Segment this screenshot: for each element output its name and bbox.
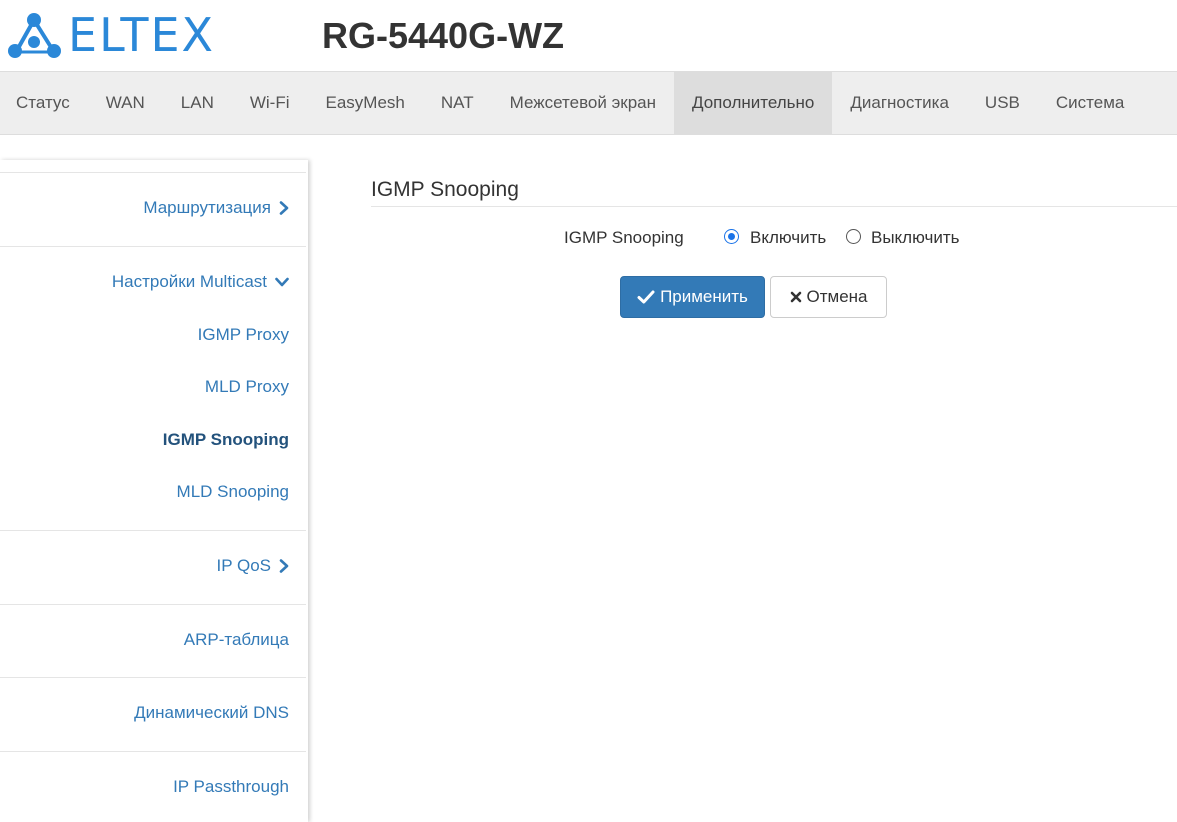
close-icon xyxy=(790,291,802,303)
section-divider xyxy=(371,206,1177,207)
sidebar-item-multicast[interactable]: Настройки Multicast xyxy=(112,272,289,292)
chevron-right-icon xyxy=(279,201,289,215)
tab-status[interactable]: Статус xyxy=(0,72,88,134)
igmp-snooping-label: IGMP Snooping xyxy=(564,228,684,247)
tab-nat[interactable]: NAT xyxy=(423,72,492,134)
sidebar-divider xyxy=(0,246,306,247)
sidebar-divider xyxy=(0,604,306,605)
enable-radio-label[interactable]: Включить xyxy=(750,228,826,248)
tab-system[interactable]: Система xyxy=(1038,72,1142,134)
tab-firewall[interactable]: Межсетевой экран xyxy=(492,72,674,134)
sidebar-divider xyxy=(0,751,306,752)
logo-molecule-icon xyxy=(8,13,61,58)
sidebar-item-arp-table[interactable]: ARP-таблица xyxy=(184,630,289,650)
sidebar-item-ip-passthrough[interactable]: IP Passthrough xyxy=(173,777,289,797)
tab-lan[interactable]: LAN xyxy=(163,72,232,134)
chevron-right-icon xyxy=(279,559,289,573)
sidebar-item-label: IP QoS xyxy=(216,556,272,575)
sidebar-divider xyxy=(0,172,306,173)
sidebar-item-igmp-snooping[interactable]: IGMP Snooping xyxy=(163,430,289,450)
cancel-button[interactable]: Отмена xyxy=(770,276,887,318)
sidebar-item-igmp-proxy[interactable]: IGMP Proxy xyxy=(198,325,289,345)
tab-usb[interactable]: USB xyxy=(967,72,1038,134)
sidebar-item-mld-snooping[interactable]: MLD Snooping xyxy=(177,482,289,502)
logo-text: ELTEX xyxy=(68,8,216,62)
tab-easymesh[interactable]: EasyMesh xyxy=(308,72,423,134)
check-icon xyxy=(637,290,655,304)
cancel-button-label: Отмена xyxy=(806,287,868,306)
section-title: IGMP Snooping xyxy=(371,178,519,201)
sidebar-item-routing[interactable]: Маршрутизация xyxy=(143,198,289,218)
header: ELTEX RG-5440G-WZ xyxy=(0,0,1177,72)
top-navigation: Статус WAN LAN Wi-Fi EasyMesh NAT Межсет… xyxy=(0,71,1177,135)
apply-button[interactable]: Применить xyxy=(620,276,765,318)
tab-wan[interactable]: WAN xyxy=(88,72,163,134)
sidebar-item-ip-qos[interactable]: IP QoS xyxy=(217,556,290,576)
sidebar-item-mld-proxy[interactable]: MLD Proxy xyxy=(205,377,289,397)
sidebar-divider xyxy=(0,677,306,678)
apply-button-label: Применить xyxy=(660,287,748,306)
sidebar-item-label: Маршрутизация xyxy=(143,198,271,217)
sidebar: Маршрутизация Настройки Multicast IGMP P… xyxy=(0,160,308,822)
sidebar-divider xyxy=(0,530,306,531)
disable-radio-label[interactable]: Выключить xyxy=(871,228,959,248)
tab-advanced[interactable]: Дополнительно xyxy=(674,72,833,134)
chevron-down-icon xyxy=(275,277,289,287)
disable-radio[interactable] xyxy=(846,229,861,244)
device-model-title: RG-5440G-WZ xyxy=(322,15,565,56)
tab-diagnostics[interactable]: Диагностика xyxy=(832,72,967,134)
tab-wifi[interactable]: Wi-Fi xyxy=(232,72,308,134)
enable-radio[interactable] xyxy=(724,229,739,244)
eltex-logo[interactable]: ELTEX xyxy=(6,10,215,60)
sidebar-item-label: Настройки Multicast xyxy=(111,272,267,291)
sidebar-item-dynamic-dns[interactable]: Динамический DNS xyxy=(134,703,289,723)
